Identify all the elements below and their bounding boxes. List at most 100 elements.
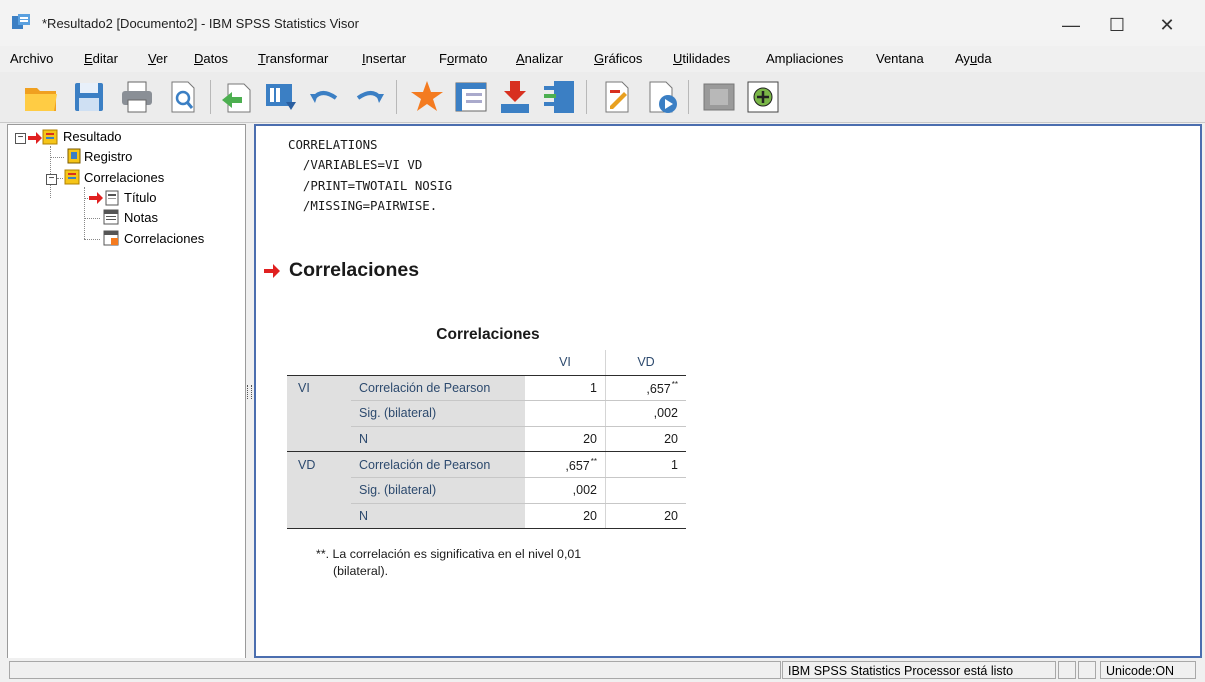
table-cell: 20 [525, 426, 606, 453]
cell-value: ,657 [565, 458, 590, 473]
select-last-output-icon[interactable] [540, 78, 578, 116]
menu-insertar[interactable]: Insertar [362, 51, 406, 66]
goto-data-icon[interactable] [408, 78, 446, 116]
tree-connector [84, 239, 100, 240]
column-header-vd: VD [605, 350, 686, 376]
print-preview-icon[interactable] [164, 78, 202, 116]
table-cell [525, 400, 606, 427]
menu-datos[interactable]: Datos [194, 51, 228, 66]
table-row: VD Correlación de Pearson ,657** 1 [287, 451, 686, 478]
status-cell-empty [1078, 661, 1096, 679]
export-icon[interactable] [218, 78, 256, 116]
collapse-toggle[interactable]: − [46, 174, 57, 185]
table-row: Sig. (bilateral) ,002 [287, 477, 686, 504]
row-var-label [287, 477, 351, 504]
menu-ayuda[interactable]: Ayuda [955, 51, 992, 66]
run-script-icon[interactable] [700, 78, 738, 116]
redo-icon[interactable] [350, 78, 388, 116]
table-row: VI Correlación de Pearson 1 ,657** [287, 375, 686, 402]
tree-label-registro: Registro [84, 149, 133, 164]
tree-connector [50, 157, 64, 158]
tree-label-correlaciones-group: Correlaciones [84, 170, 165, 185]
table-footnote: **. La correlación es significativa en e… [316, 546, 581, 579]
maximize-button[interactable]: ☐ [1094, 8, 1140, 42]
toolbar-separator [688, 80, 689, 114]
column-header-vi: VI [525, 350, 606, 376]
menu-editar[interactable]: Editar [84, 51, 118, 66]
table-header-row: VI VD [287, 350, 686, 376]
table-cell: 1 [525, 375, 606, 402]
tree-connector [84, 187, 85, 239]
table-title: Correlaciones [436, 326, 540, 343]
toolbar-separator [396, 80, 397, 114]
table-cell [605, 477, 686, 504]
menu-formato[interactable]: Formato [439, 51, 487, 66]
table-icon [103, 230, 119, 246]
status-cell-empty [9, 661, 781, 679]
collapse-toggle[interactable]: − [15, 133, 26, 144]
row-var-label [287, 400, 351, 427]
significance-mark: ** [671, 379, 678, 389]
tree-connector [84, 218, 100, 219]
red-arrow-icon [28, 132, 42, 144]
menu-ventana[interactable]: Ventana [876, 51, 924, 66]
table-cell: ,002 [525, 477, 606, 504]
print-icon[interactable] [118, 78, 156, 116]
section-heading[interactable]: Correlaciones [289, 259, 419, 282]
table-row: Sig. (bilateral) ,002 [287, 400, 686, 427]
save-icon[interactable] [70, 78, 108, 116]
close-button[interactable]: ✕ [1144, 8, 1190, 42]
menu-transformar[interactable]: Transformar [258, 51, 328, 66]
notes-icon [103, 209, 119, 225]
cell-value: 1 [671, 457, 678, 472]
splitter-grip-icon[interactable] [247, 385, 252, 399]
row-stat-label: N [351, 503, 525, 530]
status-unicode: Unicode:ON [1100, 661, 1196, 679]
window-title: *Resultado2 [Documento2] - IBM SPSS Stat… [42, 16, 359, 31]
designate-window-icon[interactable] [598, 78, 636, 116]
header-blank [351, 350, 525, 376]
syntax-line: CORRELATIONS [288, 137, 378, 152]
tree-label-titulo: Título [124, 190, 157, 205]
status-cell-empty [1058, 661, 1076, 679]
syntax-line: /PRINT=TWOTAIL NOSIG [288, 177, 453, 193]
menu-ver[interactable]: Ver [148, 51, 168, 66]
variables-icon[interactable] [496, 78, 534, 116]
recall-dialog-icon[interactable] [262, 78, 300, 116]
cell-value: ,002 [653, 406, 678, 421]
table-cell: ,657** [525, 451, 606, 478]
open-icon[interactable] [22, 78, 60, 116]
tree-label-notas: Notas [124, 210, 158, 225]
menu-graficos[interactable]: Gráficos [594, 51, 642, 66]
syntax-block: CORRELATIONS /VARIABLES=VI VD /PRINT=TWO… [288, 135, 452, 216]
goto-case-icon[interactable] [452, 78, 490, 116]
menu-utilidades[interactable]: Utilidades [673, 51, 730, 66]
grayed-icon[interactable] [744, 78, 782, 116]
table-cell: 20 [525, 503, 606, 530]
row-stat-label: Correlación de Pearson [351, 375, 525, 402]
cell-value: ,002 [572, 483, 597, 498]
row-var-label [287, 503, 351, 530]
minimize-button[interactable]: — [1048, 8, 1094, 42]
syntax-line: /MISSING=PAIRWISE. [288, 197, 438, 213]
significance-mark: ** [590, 456, 597, 466]
row-stat-label: Correlación de Pearson [351, 451, 525, 478]
title-bar: *Resultado2 [Documento2] - IBM SPSS Stat… [0, 0, 1205, 46]
menu-archivo[interactable]: Archivo [10, 51, 53, 66]
menu-ampliaciones[interactable]: Ampliaciones [766, 51, 843, 66]
row-var-label: VI [287, 375, 351, 401]
menu-analizar[interactable]: Analizar [516, 51, 563, 66]
footnote-line: **. La correlación es significativa en e… [316, 547, 582, 561]
cell-value: ,657 [646, 381, 671, 396]
menu-bar: Archivo Editar Ver Datos Transformar Ins… [0, 46, 1205, 72]
table-cell: 1 [605, 451, 686, 478]
title-page-icon [105, 190, 119, 206]
create-title-icon[interactable] [642, 78, 680, 116]
footnote-line: (bilateral). [333, 563, 389, 578]
correlations-table[interactable]: VI VD VI Correlación de Pearson 1 ,657**… [287, 350, 686, 530]
tree-connector [57, 178, 63, 179]
log-icon [67, 148, 81, 164]
cell-value: 20 [664, 432, 678, 447]
undo-icon[interactable] [306, 78, 344, 116]
spss-app-icon [12, 14, 30, 29]
